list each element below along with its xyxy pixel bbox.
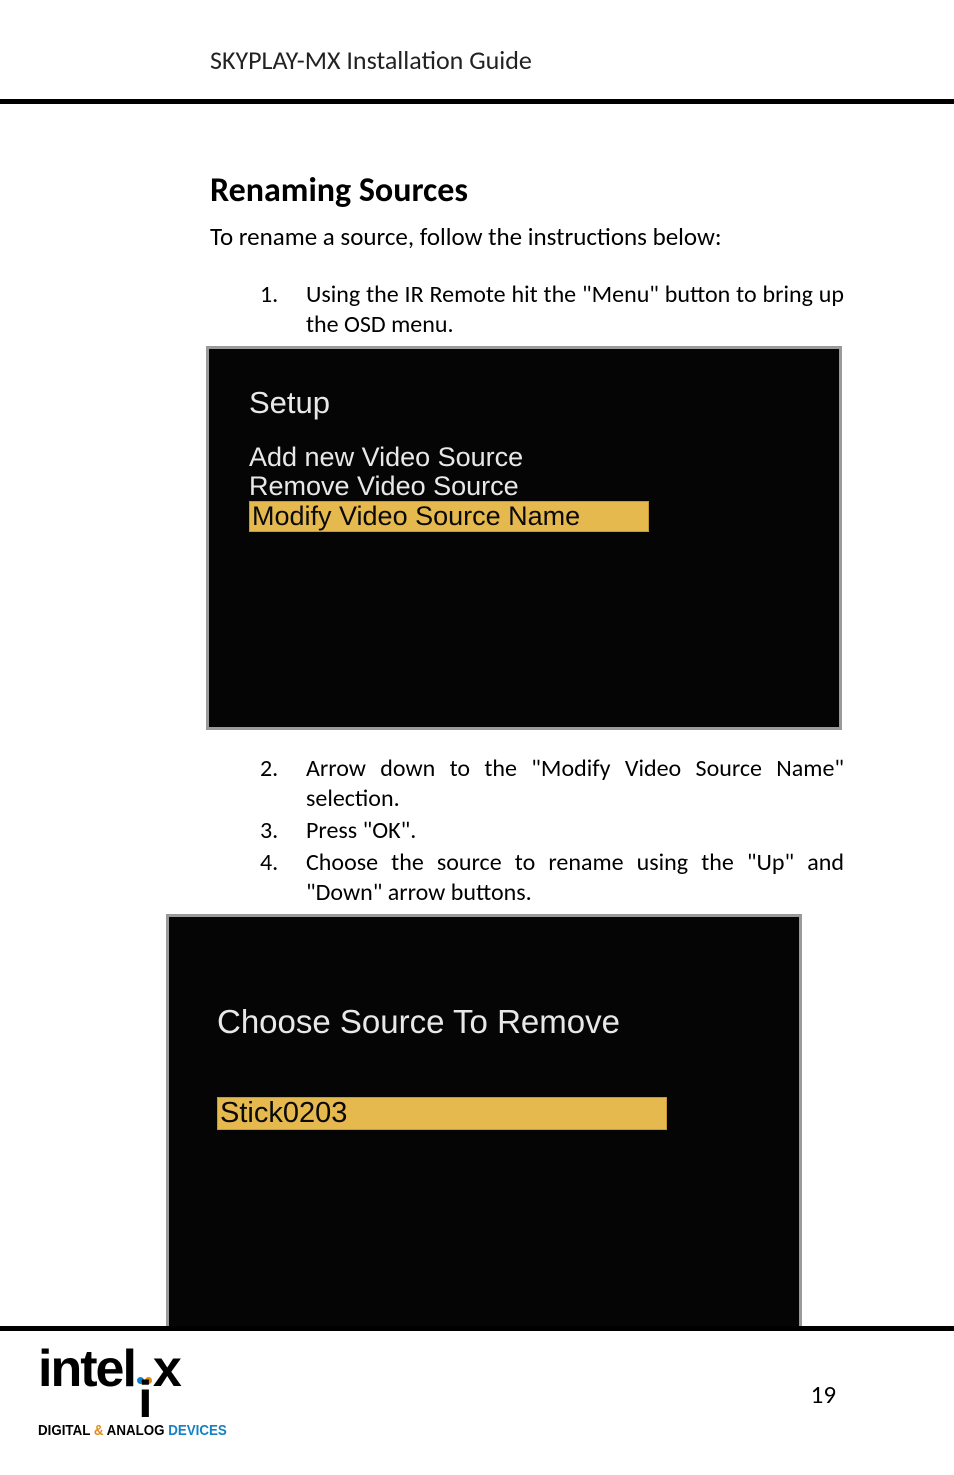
section-title: Renaming Sources — [210, 170, 844, 211]
osd-title: Choose Source To Remove — [217, 1003, 771, 1041]
logo-text-a: intel — [38, 1349, 135, 1391]
osd-screenshot-choose-source: Choose Source To Remove Stick0203 — [166, 914, 802, 1330]
document-header: SKYPLAY-MX Installation Guide — [210, 44, 834, 82]
osd-screenshot-setup: Setup Add new Video Source Remove Video … — [206, 346, 842, 730]
footer-rule — [0, 1326, 954, 1331]
step-text: Choose the source to rename using the "U… — [306, 848, 844, 908]
osd-menu-item: Remove Video Source — [249, 472, 811, 501]
logo-sub-a: DIGITAL — [38, 1423, 90, 1439]
step-number: 3. — [260, 816, 306, 846]
step-4: 4. Choose the source to rename using the… — [260, 848, 844, 908]
osd-title: Setup — [249, 385, 811, 421]
logo-sub-c: DEVICES — [168, 1423, 227, 1439]
logo-subtitle: DIGITAL & ANALOG DEVICES — [38, 1423, 227, 1439]
step-2: 2. Arrow down to the "Modify Video Sourc… — [260, 754, 844, 814]
logo-sub-b: ANALOG — [107, 1423, 169, 1439]
logo-text-b: x — [153, 1349, 180, 1391]
brand-logo: intel i x DIGITAL & ANALOG DEVICES — [38, 1349, 243, 1440]
logo-sub-amp: & — [90, 1423, 107, 1439]
step-number: 1. — [260, 280, 306, 340]
step-1: 1. Using the IR Remote hit the "Menu" bu… — [260, 280, 844, 340]
osd-source-item-selected: Stick0203 — [217, 1097, 667, 1130]
step-3: 3. Press "OK". — [260, 816, 844, 846]
header-rule — [0, 99, 954, 104]
logo-text-i: i — [138, 1380, 150, 1422]
step-text: Press "OK". — [306, 816, 844, 846]
step-number: 4. — [260, 848, 306, 908]
osd-menu-item: Add new Video Source — [249, 443, 811, 472]
section-intro: To rename a source, follow the instructi… — [210, 221, 844, 252]
step-number: 2. — [260, 754, 306, 814]
osd-menu-item-selected: Modify Video Source Name — [249, 501, 649, 532]
page-number: 19 — [811, 1379, 836, 1410]
step-text: Using the IR Remote hit the "Menu" butto… — [306, 280, 844, 340]
step-text: Arrow down to the "Modify Video Source N… — [306, 754, 844, 814]
